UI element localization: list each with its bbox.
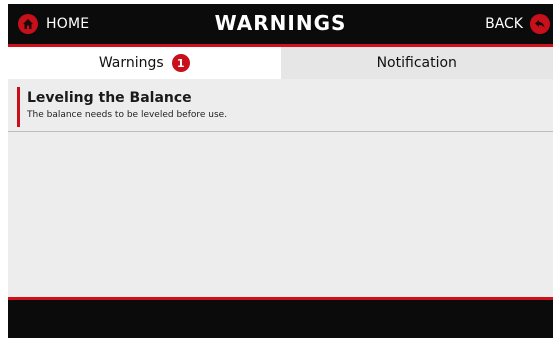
header-bar: HOME WARNINGS BACK bbox=[8, 4, 553, 47]
warnings-count-badge: 1 bbox=[171, 54, 190, 72]
warnings-screen: HOME WARNINGS BACK Warnings 1 Notificati… bbox=[8, 4, 553, 338]
tab-warnings-label: Warnings bbox=[98, 55, 164, 71]
page-title: WARNINGS bbox=[214, 11, 347, 35]
back-label: BACK bbox=[485, 16, 523, 32]
warning-title: Leveling the Balance bbox=[27, 90, 192, 106]
warning-list-item[interactable]: Leveling the Balance The balance needs t… bbox=[8, 83, 553, 132]
back-arrow-icon bbox=[530, 14, 550, 34]
back-button[interactable]: BACK bbox=[485, 12, 550, 36]
warning-accent-bar bbox=[17, 87, 20, 127]
tab-notification[interactable]: Notification bbox=[280, 47, 553, 79]
footer-bar bbox=[8, 297, 553, 338]
tab-notification-label: Notification bbox=[376, 55, 457, 71]
warning-description: The balance needs to be leveled before u… bbox=[27, 110, 228, 120]
empty-content-area bbox=[8, 132, 553, 297]
tab-warnings[interactable]: Warnings 1 bbox=[8, 47, 281, 79]
tab-bar: Warnings 1 Notification bbox=[8, 47, 553, 79]
